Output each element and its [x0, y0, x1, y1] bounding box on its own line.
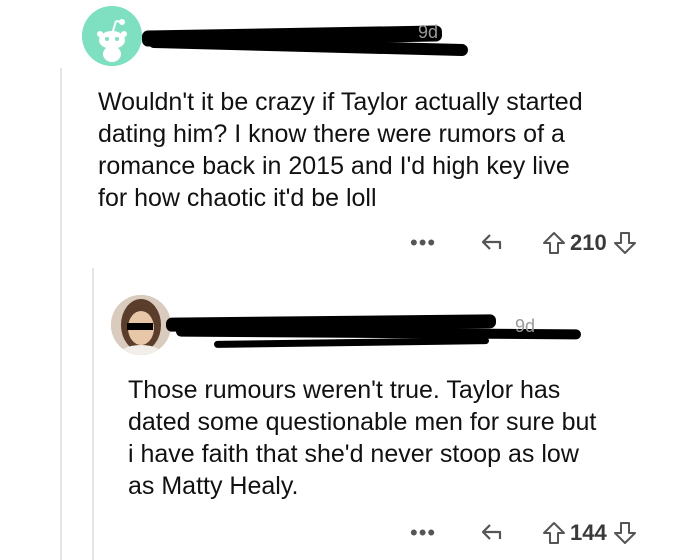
comment-age: 9d — [418, 22, 439, 42]
snoo-icon — [82, 6, 142, 66]
reply-arrow-icon[interactable] — [480, 232, 504, 254]
downvote-arrow-icon[interactable] — [613, 231, 637, 255]
upvote-arrow-icon[interactable] — [542, 231, 566, 255]
reply-arrow-icon[interactable] — [480, 522, 504, 544]
vote-count: 210 — [570, 230, 607, 255]
user-photo-avatar[interactable] — [111, 295, 171, 355]
user-photo-icon — [111, 295, 171, 355]
upvote-arrow-icon[interactable] — [542, 521, 566, 545]
vote-count: 144 — [570, 520, 607, 545]
reddit-snoo-avatar[interactable] — [82, 6, 142, 66]
more-options-button[interactable]: ••• — [410, 522, 442, 544]
downvote-arrow-icon[interactable] — [613, 521, 637, 545]
redacted-username — [213, 337, 490, 348]
thread-line-reply — [92, 268, 94, 560]
comment-age: 9d — [515, 316, 536, 336]
thread-line — [60, 68, 62, 560]
comment-body: Those rumours weren't true. Taylor has d… — [128, 376, 597, 500]
comment-actions: ••• 144 — [410, 518, 637, 548]
comment-actions: ••• 210 — [410, 228, 637, 258]
comment-body: Wouldn't it be crazy if Taylor actually … — [98, 88, 583, 212]
more-options-button[interactable]: ••• — [410, 232, 442, 254]
